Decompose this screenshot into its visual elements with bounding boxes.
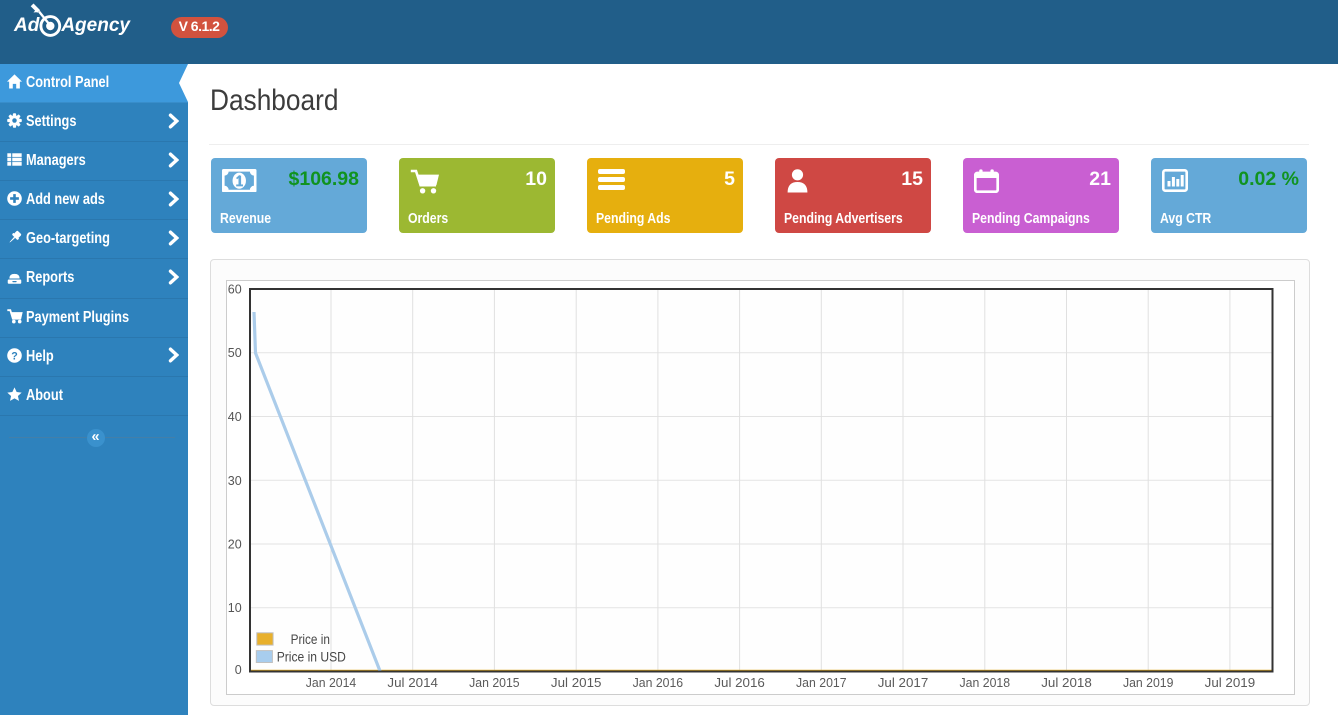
svg-text:Jan 2018: Jan 2018	[960, 675, 1011, 690]
svg-text:Jan 2017: Jan 2017	[796, 675, 847, 690]
svg-text:Price in: Price in	[291, 632, 330, 647]
svg-text:Jan 2015: Jan 2015	[469, 675, 520, 690]
svg-text:Price in USD: Price in USD	[277, 650, 346, 665]
svg-text:Jan 2019: Jan 2019	[1123, 675, 1174, 690]
svg-text:Jul 2018: Jul 2018	[1041, 675, 1092, 690]
svg-text:Jul 2019: Jul 2019	[1205, 675, 1256, 690]
svg-text:20: 20	[228, 538, 242, 552]
svg-text:40: 40	[228, 410, 242, 424]
svg-text:Jul 2016: Jul 2016	[714, 675, 765, 690]
svg-text:0: 0	[235, 663, 242, 677]
svg-text:?: ?	[11, 350, 18, 362]
svg-text:60: 60	[228, 283, 242, 297]
svg-text:Jul 2017: Jul 2017	[878, 675, 929, 690]
svg-text:Jan 2016: Jan 2016	[633, 675, 684, 690]
svg-text:Jul 2014: Jul 2014	[387, 675, 438, 690]
svg-text:50: 50	[228, 346, 242, 360]
svg-text:Jul 2015: Jul 2015	[551, 675, 602, 690]
svg-text:30: 30	[228, 474, 242, 488]
svg-text:Jan 2014: Jan 2014	[306, 675, 357, 690]
svg-text:10: 10	[228, 601, 242, 615]
